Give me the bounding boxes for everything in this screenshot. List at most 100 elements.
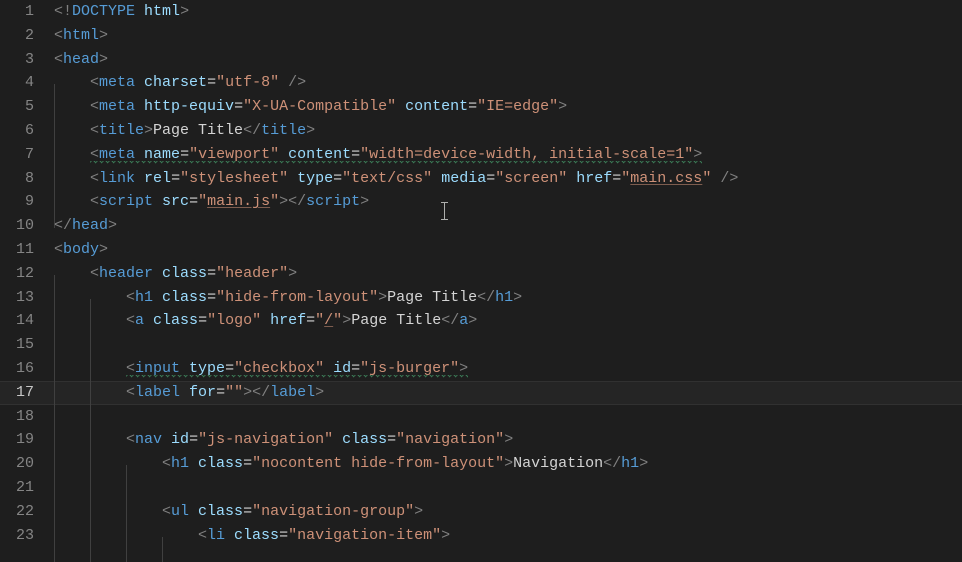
code-line[interactable]: <meta charset="utf-8" /> [54,71,962,95]
token-tag: header [99,265,153,282]
code-line[interactable]: <h1 class="hide-from-layout">Page Title<… [54,286,962,310]
code-line-content: <a class="logo" href="/">Page Title</a> [126,312,477,329]
token-tag: DOCTYPE [72,3,135,20]
token-txt: = [387,431,396,448]
token-br: ></ [279,193,306,210]
token-tag: title [261,122,306,139]
code-line[interactable]: </head> [54,214,962,238]
code-line[interactable]: <input type="checkbox" id="js-burger"> [54,357,962,381]
token-txt: = [225,360,234,377]
token-str: "stylesheet" [180,170,288,187]
token-tag: meta [99,98,135,115]
token-txt: = [306,312,315,329]
line-number: 16 [0,357,34,381]
token-attr: id [333,360,351,377]
token-tag: h1 [621,455,639,472]
code-line[interactable]: <head> [54,48,962,72]
line-number: 20 [0,452,34,476]
token-txt: = [612,170,621,187]
token-attr: class [198,503,243,520]
token-txt: Page Title [153,122,243,139]
code-line[interactable]: <a class="logo" href="/">Page Title</a> [54,309,962,333]
line-number: 19 [0,428,34,452]
code-line[interactable]: <!DOCTYPE html> [54,0,962,24]
token-attr: content [288,146,351,163]
line-number: 21 [0,476,34,500]
code-line[interactable]: <ul class="navigation-group"> [54,500,962,524]
token-attr: class [162,265,207,282]
token-br: < [90,74,99,91]
token-br: > [99,27,108,44]
token-attr: content [405,98,468,115]
code-line[interactable] [54,333,962,357]
token-br: <! [54,3,72,20]
line-number: 7 [0,143,34,167]
token-txt: = [351,360,360,377]
token-br: > [459,360,468,377]
code-line-content: <body> [54,241,108,258]
token-txt [189,503,198,520]
code-line[interactable]: <nav id="js-navigation" class="navigatio… [54,428,962,452]
token-br: < [162,455,171,472]
code-line[interactable]: <h1 class="nocontent hide-from-layout">N… [54,452,962,476]
token-br: > [108,217,117,234]
token-txt [396,98,405,115]
line-number: 12 [0,262,34,286]
token-br: > [342,312,351,329]
token-str: "navigation" [396,431,504,448]
code-line[interactable]: <title>Page Title</title> [54,119,962,143]
code-line[interactable]: <link rel="stylesheet" type="text/css" m… [54,167,962,191]
code-line[interactable]: <script src="main.js"></script> [54,190,962,214]
token-txt: = [180,146,189,163]
code-line[interactable]: <meta http-equiv="X-UA-Compatible" conte… [54,95,962,119]
code-line[interactable]: <li class="navigation-item"> [54,524,962,548]
code-line[interactable]: <header class="header"> [54,262,962,286]
token-br: < [54,241,63,258]
token-br: < [54,27,63,44]
token-str: " [270,193,279,210]
token-br: </ [54,217,72,234]
token-br: < [90,122,99,139]
token-br: < [90,193,99,210]
token-br: > [441,527,450,544]
token-str: main.css [630,170,702,187]
token-str: "text/css" [342,170,432,187]
code-line[interactable]: <meta name="viewport" content="width=dev… [54,143,962,167]
token-txt: = [351,146,360,163]
code-line[interactable]: <html> [54,24,962,48]
code-line-content: <meta charset="utf-8" /> [90,74,306,91]
token-br: > [468,312,477,329]
token-br: < [126,360,135,377]
code-line[interactable] [54,405,962,429]
token-txt: = [198,312,207,329]
token-txt: = [216,384,225,401]
token-txt [144,312,153,329]
token-br: </ [243,122,261,139]
token-txt: = [207,74,216,91]
token-str: "hide-from-layout" [216,289,378,306]
code-line-content: <head> [54,51,108,68]
token-str: "screen" [495,170,567,187]
token-txt: = [207,265,216,282]
token-str: " [198,193,207,210]
line-number: 10 [0,214,34,238]
token-str: main.js [207,193,270,210]
token-txt [153,193,162,210]
token-attr: type [189,360,225,377]
token-str: "header" [216,265,288,282]
code-editor-area[interactable]: <!DOCTYPE html><html> <head> <meta charset… [44,0,962,552]
token-br: > [315,384,324,401]
token-str: "width=device-width, initial-scale=1" [360,146,693,163]
token-tag: a [459,312,468,329]
token-br: < [90,98,99,115]
token-attr: href [576,170,612,187]
token-attr: class [153,312,198,329]
code-line[interactable]: <body> [54,238,962,262]
token-str: " [621,170,630,187]
code-line[interactable] [54,476,962,500]
token-attr: name [144,146,180,163]
code-line[interactable]: <label for=""></label> [54,381,962,405]
line-number-gutter[interactable]: 1234567891011121314151617181920212223 [0,0,44,552]
line-number: 23 [0,524,34,548]
token-tag: label [135,384,180,401]
